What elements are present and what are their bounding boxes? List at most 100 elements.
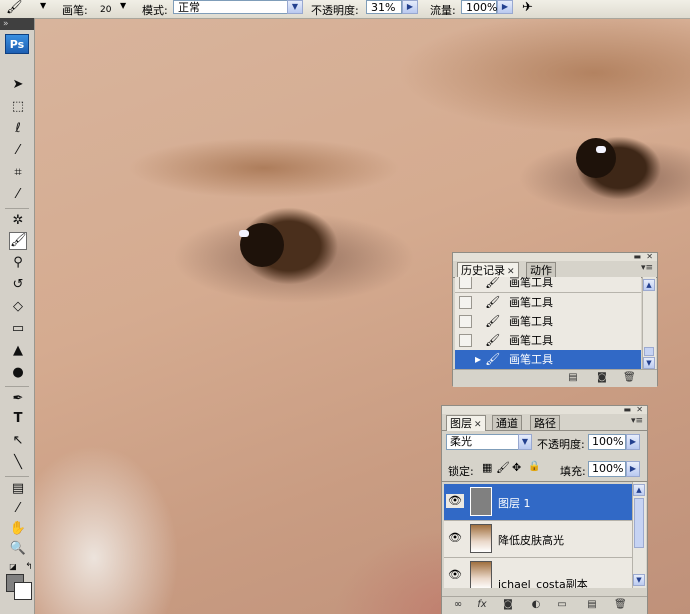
clone-stamp-tool-icon[interactable]: ⚲ bbox=[9, 254, 27, 272]
history-item[interactable]: 🖌 画笔工具 bbox=[455, 331, 641, 351]
background-color-swatch[interactable] bbox=[14, 582, 32, 600]
history-item[interactable]: 🖌 画笔工具 bbox=[455, 293, 641, 313]
move-tool-icon[interactable]: ➤ bbox=[9, 76, 27, 94]
pen-tool-icon[interactable]: ✒ bbox=[9, 390, 27, 408]
flow-slider-icon[interactable]: ▶ bbox=[497, 0, 513, 14]
tab-close-icon[interactable]: ✕ bbox=[474, 420, 482, 430]
panel-menu-icon[interactable]: ▾≡ bbox=[631, 416, 643, 426]
brush-tool-icon[interactable]: 🖌 bbox=[9, 232, 27, 250]
eye-icon[interactable]: 👁 bbox=[446, 568, 464, 582]
panel-title-bar[interactable]: ▬ ✕ bbox=[442, 405, 647, 414]
close-panel-icon[interactable]: ✕ bbox=[646, 252, 653, 261]
brush-picker-arrow-icon[interactable]: ▼ bbox=[120, 1, 126, 10]
scroll-thumb[interactable] bbox=[634, 498, 644, 548]
fill-input[interactable]: 100% bbox=[588, 461, 626, 477]
minimize-icon[interactable]: ▬ bbox=[633, 252, 641, 261]
layer-style-icon[interactable]: fx bbox=[476, 599, 488, 610]
minimize-icon[interactable]: ▬ bbox=[623, 405, 631, 414]
history-source-checkbox[interactable] bbox=[459, 334, 472, 347]
history-item-label: 画笔工具 bbox=[509, 315, 553, 328]
tab-close-icon[interactable]: ✕ bbox=[507, 267, 515, 277]
link-layers-icon[interactable]: ∞ bbox=[452, 599, 464, 610]
layer-opacity-slider-icon[interactable]: ▶ bbox=[626, 434, 640, 450]
marquee-tool-icon[interactable]: ⬚ bbox=[9, 98, 27, 116]
magic-wand-tool-icon[interactable]: ⁄ bbox=[9, 142, 27, 160]
adjustment-layer-icon[interactable]: ◐ bbox=[530, 599, 542, 610]
history-source-checkbox[interactable] bbox=[459, 277, 472, 289]
history-source-checkbox[interactable] bbox=[459, 315, 472, 328]
close-panel-icon[interactable]: ✕ bbox=[636, 405, 643, 414]
eraser-tool-icon[interactable]: ◇ bbox=[9, 298, 27, 316]
layer-row[interactable]: 👁 ichael_costa副本 bbox=[444, 558, 632, 588]
crop-tool-icon[interactable]: ⌗ bbox=[9, 164, 27, 182]
lock-transparency-icon[interactable]: ▦ bbox=[482, 461, 492, 474]
ps-logo[interactable]: Ps bbox=[5, 34, 29, 54]
scroll-up-icon[interactable]: ▲ bbox=[643, 279, 655, 291]
preset-arrow-icon[interactable]: ▼ bbox=[40, 1, 46, 10]
scroll-thumb[interactable] bbox=[644, 347, 654, 356]
gradient-tool-icon[interactable]: ▭ bbox=[9, 320, 27, 338]
eye-icon[interactable]: 👁 bbox=[446, 531, 464, 545]
dodge-tool-icon[interactable]: ● bbox=[9, 364, 27, 382]
layer-name: 降低皮肤高光 bbox=[498, 534, 564, 547]
panel-title-bar[interactable]: ▬ ✕ bbox=[453, 252, 657, 261]
new-snapshot-icon[interactable]: ◙ bbox=[596, 372, 608, 383]
hand-tool-icon[interactable]: ✋ bbox=[9, 520, 27, 538]
brush-icon: 🖌 bbox=[485, 314, 501, 328]
brush-tool-preset-icon[interactable]: 🖌 bbox=[6, 0, 23, 15]
history-item[interactable]: 🖌 画笔工具 bbox=[455, 312, 641, 332]
new-layer-icon[interactable]: ▤ bbox=[586, 599, 598, 610]
brush-icon: 🖌 bbox=[485, 333, 501, 347]
layers-scrollbar[interactable]: ▲ ▼ bbox=[632, 482, 646, 588]
panel-menu-icon[interactable]: ▾≡ bbox=[641, 263, 653, 273]
tab-layers[interactable]: 图层 ✕ bbox=[446, 415, 486, 431]
tab-channels[interactable]: 通道 bbox=[492, 415, 522, 430]
history-brush-tool-icon[interactable]: ↺ bbox=[9, 276, 27, 294]
airbrush-icon[interactable]: ✈ bbox=[522, 0, 533, 15]
history-source-checkbox[interactable] bbox=[459, 296, 472, 309]
layer-opacity-input[interactable]: 100% bbox=[588, 434, 626, 450]
color-sampler-tool-icon[interactable]: ⁄ bbox=[9, 500, 27, 518]
lock-all-icon[interactable]: 🔒 bbox=[528, 461, 540, 472]
new-document-from-state-icon[interactable]: ▤ bbox=[567, 372, 579, 383]
new-group-icon[interactable]: ▭ bbox=[556, 599, 568, 610]
eye-icon[interactable]: 👁 bbox=[446, 494, 464, 508]
history-item-selected[interactable]: ▸ 🖌 画笔工具 bbox=[455, 350, 641, 370]
lock-image-icon[interactable]: 🖌 bbox=[496, 461, 510, 474]
blend-mode-select[interactable]: 柔光 bbox=[446, 434, 524, 450]
history-item[interactable]: 🖌 画笔工具 bbox=[455, 277, 641, 293]
tab-paths[interactable]: 路径 bbox=[530, 415, 560, 430]
layer-thumbnail bbox=[470, 487, 492, 516]
fill-slider-icon[interactable]: ▶ bbox=[626, 461, 640, 477]
history-scrollbar[interactable]: ▲ ▼ bbox=[642, 277, 656, 371]
opacity-slider-icon[interactable]: ▶ bbox=[402, 0, 418, 14]
healing-tool-icon[interactable]: ✲ bbox=[9, 212, 27, 230]
scroll-down-icon[interactable]: ▼ bbox=[643, 357, 655, 369]
layer-mask-icon[interactable]: ◙ bbox=[502, 599, 514, 610]
path-selection-tool-icon[interactable]: ↖ bbox=[9, 432, 27, 450]
delete-layer-icon[interactable]: 🗑 bbox=[614, 599, 627, 610]
mode-select[interactable]: 正常 bbox=[173, 0, 291, 14]
notes-tool-icon[interactable]: ▤ bbox=[9, 480, 27, 498]
scroll-down-icon[interactable]: ▼ bbox=[633, 574, 645, 586]
line-tool-icon[interactable]: ╲ bbox=[9, 454, 27, 472]
eyedropper-tool-icon[interactable]: ⁄ bbox=[9, 186, 27, 204]
delete-state-icon[interactable]: 🗑 bbox=[623, 372, 636, 383]
opacity-input[interactable]: 31% bbox=[366, 0, 402, 14]
history-source-checkbox[interactable] bbox=[459, 353, 472, 366]
zoom-tool-icon[interactable]: 🔍 bbox=[9, 540, 27, 558]
blur-tool-icon[interactable]: ▲ bbox=[9, 342, 27, 360]
lasso-tool-icon[interactable]: ℓ bbox=[9, 120, 27, 138]
tab-actions[interactable]: 动作 bbox=[526, 262, 556, 277]
layer-row-selected[interactable]: 👁 图层 1 bbox=[444, 484, 632, 521]
layer-row[interactable]: 👁 降低皮肤高光 bbox=[444, 521, 632, 558]
tab-history[interactable]: 历史记录 ✕ bbox=[457, 262, 519, 278]
blend-mode-dropdown-icon[interactable]: ▼ bbox=[518, 434, 532, 450]
brush-size[interactable]: 20 bbox=[100, 5, 111, 15]
toolbox-grip[interactable]: » bbox=[0, 18, 34, 30]
scroll-up-icon[interactable]: ▲ bbox=[633, 484, 645, 496]
flow-input[interactable]: 100% bbox=[461, 0, 497, 14]
mode-dropdown-icon[interactable]: ▼ bbox=[287, 0, 303, 14]
type-tool-icon[interactable]: T bbox=[9, 410, 27, 428]
lock-position-icon[interactable]: ✥ bbox=[512, 461, 521, 474]
